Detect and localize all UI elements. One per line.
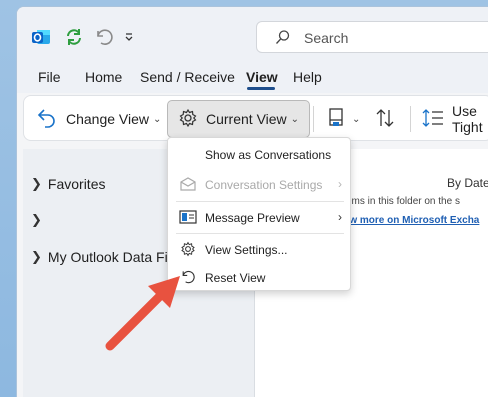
- use-tight-label: Use Tight: [452, 103, 483, 135]
- view-more-link[interactable]: iew more on Microsoft Excha: [341, 215, 479, 226]
- sync-icon[interactable]: [64, 27, 84, 52]
- tab-file[interactable]: File: [38, 69, 61, 85]
- search-input[interactable]: Search: [256, 21, 488, 53]
- menu-item-label: Reset View: [205, 271, 266, 285]
- annotation-arrow: [100, 266, 190, 361]
- menu-item-conversation-settings: Conversation Settings ›: [168, 169, 350, 199]
- active-tab-indicator: [247, 87, 275, 90]
- gear-icon: [178, 108, 198, 131]
- tab-help[interactable]: Help: [293, 69, 322, 85]
- search-placeholder: Search: [304, 30, 349, 46]
- sort-by-date[interactable]: By Date: [447, 176, 488, 190]
- change-view-icon: [36, 107, 58, 132]
- reading-pane-icon: [328, 107, 348, 132]
- chevron-down-icon: ⌄: [352, 113, 361, 125]
- ribbon-separator: [313, 106, 314, 132]
- chevron-right-icon: ❯: [31, 249, 42, 264]
- use-tight-spacing-button[interactable]: Use Tight: [422, 103, 488, 135]
- title-bar: Search: [17, 7, 488, 59]
- folder-label: Favorites: [47, 176, 106, 192]
- menu-item-show-as-conversations[interactable]: Show as Conversations: [168, 139, 350, 169]
- chevron-right-icon: ❯: [31, 212, 42, 227]
- info-text: items in this folder on the s: [341, 196, 460, 207]
- current-view-label: Current View: [206, 111, 287, 127]
- tab-view[interactable]: View: [246, 69, 278, 85]
- chevron-down-icon: ⌄: [290, 113, 300, 125]
- folder-my-outlook-data-file[interactable]: ❯ My Outlook Data Fil: [31, 249, 171, 265]
- change-view-label: Change View: [66, 111, 150, 127]
- current-view-menu: Show as Conversations Conversation Setti…: [167, 137, 351, 291]
- chevron-right-icon: ❯: [31, 176, 42, 191]
- menu-item-reset-view[interactable]: Reset View: [168, 262, 350, 292]
- sort-button[interactable]: [375, 104, 395, 134]
- menu-bar: File Home Send / Receive View Help: [17, 59, 488, 93]
- chevron-right-icon: ›: [338, 210, 342, 224]
- reading-pane-button[interactable]: ⌄: [328, 104, 360, 134]
- tab-send-receive[interactable]: Send / Receive: [140, 69, 235, 85]
- search-icon: [275, 29, 291, 50]
- menu-item-message-preview[interactable]: Message Preview ›: [168, 202, 350, 232]
- menu-item-view-settings[interactable]: View Settings...: [168, 234, 350, 264]
- message-preview-icon: [179, 209, 197, 225]
- chevron-down-icon[interactable]: [123, 31, 135, 49]
- current-view-button[interactable]: Current View ⌄: [167, 100, 311, 138]
- gear-icon: [179, 241, 197, 257]
- sort-icon: [375, 107, 395, 132]
- change-view-button[interactable]: Change View ⌄: [36, 104, 161, 134]
- outlook-window: Search File Home Send / Receive View Hel…: [16, 6, 488, 397]
- line-spacing-icon: [422, 107, 444, 132]
- outlook-icon[interactable]: [31, 27, 51, 47]
- menu-item-label: View Settings...: [205, 243, 288, 257]
- folder-favorites[interactable]: ❯ Favorites: [31, 176, 105, 192]
- tab-home[interactable]: Home: [85, 69, 122, 85]
- menu-item-label: Conversation Settings: [205, 178, 323, 192]
- folder-account[interactable]: ❯ :: [31, 212, 173, 228]
- ribbon: Change View ⌄ Current View ⌄ ⌄ Use Tight: [23, 95, 488, 141]
- chevron-right-icon: ›: [338, 177, 342, 191]
- folder-label: My Outlook Data Fil: [47, 249, 171, 265]
- undo-icon[interactable]: [93, 27, 113, 52]
- conversation-settings-icon: [179, 176, 197, 192]
- menu-item-label: Show as Conversations: [205, 148, 332, 162]
- ribbon-separator: [410, 106, 411, 132]
- menu-item-label: Message Preview: [205, 211, 300, 225]
- chevron-down-icon: ⌄: [153, 113, 162, 125]
